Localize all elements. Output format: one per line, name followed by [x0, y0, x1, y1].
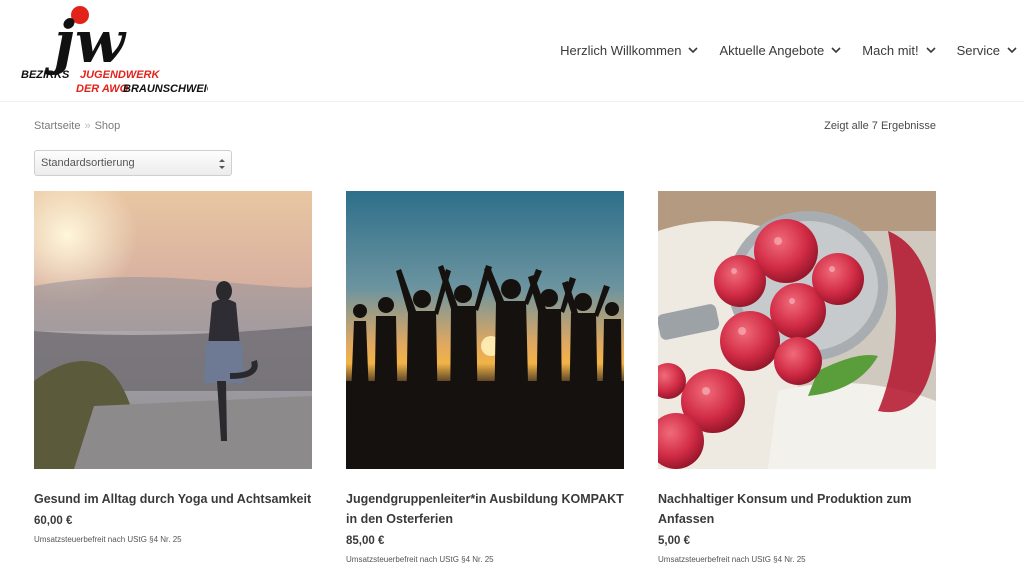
product-tax-note: Umsatzsteuerbefreit nach UStG §4 Nr. 25: [34, 535, 182, 544]
product-card: Nachhaltiger Konsum und Produktion zum A…: [658, 191, 936, 564]
logo-line2-left: DER AWO: [76, 83, 129, 95]
raspberries-photo-icon: [658, 191, 936, 469]
result-count: Zeigt alle 7 Ergebnisse: [824, 120, 936, 132]
nav-item-label: Herzlich Willkommen: [560, 42, 682, 58]
product-image[interactable]: [346, 191, 624, 469]
site-header: jw BEZIRKS JUGENDWERK DER AWO BRAUNSCHWE…: [0, 0, 1024, 102]
nav-item-aktuelle-angebote[interactable]: Aktuelle Angebote: [719, 43, 842, 58]
product-title[interactable]: Nachhaltiger Konsum und Produktion zum A…: [658, 489, 936, 529]
sort-select[interactable]: Standardsortierung: [34, 150, 232, 176]
main-nav: Herzlich Willkommen Aktuelle Angebote Ma…: [560, 38, 1024, 62]
chevron-down-icon: [688, 47, 699, 54]
logo-line2-right: BRAUNSCHWEIG: [123, 83, 208, 95]
product-price: 60,00 €: [34, 515, 73, 527]
nav-item-mach-mit[interactable]: Mach mit!: [862, 43, 936, 58]
breadcrumb: Startseite » Shop: [34, 120, 120, 132]
nav-item-label: Mach mit!: [862, 42, 919, 58]
chevron-down-icon: [1007, 47, 1017, 54]
product-image[interactable]: [658, 191, 936, 469]
product-card: Jugendgruppenleiter*in Ausbildung KOMPAK…: [346, 191, 624, 564]
nav-item-label: Aktuelle Angebote: [719, 42, 825, 58]
chevron-down-icon: [926, 47, 936, 54]
product-price: 85,00 €: [346, 535, 385, 547]
product-tax-note: Umsatzsteuerbefreit nach UStG §4 Nr. 25: [346, 555, 494, 564]
select-arrows-icon: [219, 159, 225, 169]
nav-item-label: Service: [956, 42, 1000, 58]
breadcrumb-current: Shop: [94, 120, 121, 132]
product-tax-note: Umsatzsteuerbefreit nach UStG §4 Nr. 25: [658, 555, 806, 564]
breadcrumb-home-link[interactable]: Startseite: [34, 120, 80, 132]
nav-item-herzlich-willkommen[interactable]: Herzlich Willkommen: [560, 43, 699, 58]
breadcrumb-separator: »: [84, 120, 91, 132]
product-title[interactable]: Jugendgruppenleiter*in Ausbildung KOMPAK…: [346, 489, 624, 529]
logo-line1-right: JUGENDWERK: [80, 69, 161, 81]
logo-big-text: jw: [44, 8, 127, 76]
jugendwerk-logo-icon: jw BEZIRKS JUGENDWERK DER AWO BRAUNSCHWE…: [21, 6, 208, 95]
product-image[interactable]: [34, 191, 312, 469]
product-price: 5,00 €: [658, 535, 690, 547]
group-silhouette-sunset-photo-icon: [346, 191, 624, 469]
product-card: Gesund im Alltag durch Yoga und Achtsamk…: [34, 191, 312, 544]
chevron-down-icon: [831, 47, 841, 54]
sort-selected-value: Standardsortierung: [41, 157, 135, 169]
logo-line1-left: BEZIRKS: [21, 69, 70, 81]
product-title[interactable]: Gesund im Alltag durch Yoga und Achtsamk…: [34, 489, 312, 509]
site-logo[interactable]: jw BEZIRKS JUGENDWERK DER AWO BRAUNSCHWE…: [18, 4, 208, 98]
yoga-sunset-photo-icon: [34, 191, 312, 469]
nav-item-service[interactable]: Service: [957, 43, 1018, 58]
